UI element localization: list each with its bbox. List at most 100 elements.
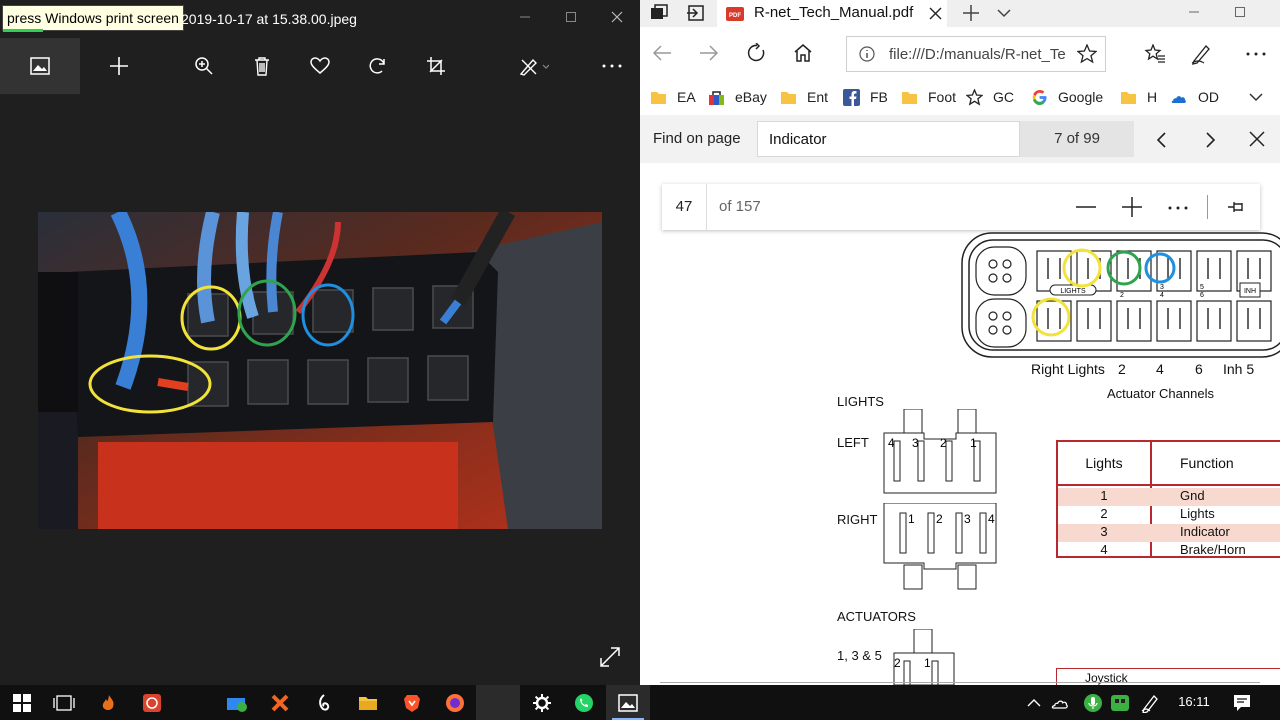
folder-icon [651, 91, 666, 104]
find-input[interactable]: Indicator [757, 121, 1020, 157]
header-rule [1058, 484, 1280, 486]
address-bar[interactable]: file:///D:/manuals/R-net_Te [846, 36, 1106, 72]
back-icon[interactable] [652, 44, 672, 62]
table-row: 1 Gnd [1058, 488, 1280, 506]
tray-cloud[interactable] [1046, 685, 1072, 720]
zoom-out-icon[interactable] [1076, 206, 1096, 208]
pen-notes-icon[interactable] [1190, 43, 1212, 65]
favorites-hub-icon[interactable] [1144, 44, 1166, 64]
fav-ent[interactable]: Ent [780, 87, 828, 107]
taskbar-firefox[interactable] [433, 685, 477, 720]
pin-label: 2 [894, 656, 901, 670]
start-button[interactable] [0, 685, 44, 720]
pin-label: 2 [936, 512, 943, 526]
taskbar-app-2[interactable] [130, 685, 174, 720]
left-connector-diagram: 4 3 2 1 [883, 409, 997, 494]
fav-od[interactable]: OD [1168, 87, 1219, 107]
set-aside-icon [687, 5, 704, 21]
more-button[interactable] [590, 38, 634, 94]
new-tab-button[interactable] [962, 4, 980, 22]
clock[interactable]: 16:11 [1166, 694, 1222, 709]
forward-icon[interactable] [699, 44, 719, 62]
taskbar-file-explorer[interactable] [346, 685, 390, 720]
photos-app-icon [618, 693, 638, 712]
delete-button[interactable] [240, 38, 284, 94]
set-aside-tabs-button[interactable] [686, 4, 704, 22]
taskbar-edge[interactable] [476, 685, 520, 720]
close-tab-icon[interactable] [929, 7, 942, 20]
tab-preview-button[interactable] [650, 4, 668, 22]
tab-pdf[interactable]: PDF R-net_Tech_Manual.pdf [717, 0, 947, 27]
info-icon[interactable] [859, 46, 875, 62]
table-row: 4 Brake/Horn [1100, 542, 1246, 557]
more-icon[interactable] [1168, 206, 1188, 210]
fav-foot[interactable]: Foot [901, 87, 956, 107]
page-number-input[interactable]: 47 [662, 184, 707, 230]
rotate-button[interactable] [356, 38, 400, 94]
fullscreen-icon [600, 647, 620, 667]
microphone-icon [1084, 693, 1102, 712]
zoom-in-icon [195, 57, 213, 75]
lights-heading: LIGHTS [837, 394, 884, 409]
crop-icon [427, 57, 445, 75]
fav-h[interactable]: H [1120, 87, 1157, 107]
channel-label-6: 6 [1195, 361, 1203, 377]
expand-button[interactable] [598, 645, 622, 669]
view-photos-button[interactable] [0, 38, 80, 94]
edit-create-button[interactable] [512, 38, 556, 94]
fav-google[interactable]: Google [1031, 87, 1103, 107]
find-previous-icon[interactable] [1155, 131, 1169, 149]
close-find-icon[interactable] [1249, 131, 1265, 147]
refresh-icon[interactable] [747, 43, 767, 63]
task-view-button[interactable] [42, 685, 86, 720]
taskbar-settings[interactable] [520, 685, 564, 720]
tray-pen[interactable] [1136, 685, 1164, 720]
ebay-icon [709, 90, 724, 105]
tab-list-button[interactable] [996, 6, 1012, 20]
windows-ink-icon [1141, 694, 1158, 713]
star-icon[interactable] [1077, 44, 1097, 64]
taskbar-app-5[interactable] [302, 685, 346, 720]
pin-icon[interactable] [1226, 198, 1246, 216]
window-maximize-button[interactable] [1234, 6, 1246, 18]
pin-num: 3 [1160, 284, 1164, 291]
minimize-button[interactable] [502, 0, 548, 34]
fav-fb[interactable]: FB [843, 87, 888, 107]
find-next-icon[interactable] [1203, 131, 1217, 149]
close-button[interactable] [594, 0, 640, 34]
taskbar-brave[interactable] [390, 685, 434, 720]
taskbar-app-3[interactable] [215, 685, 259, 720]
maximize-button[interactable] [548, 0, 594, 34]
edge-icon [488, 693, 508, 713]
favorite-button[interactable] [298, 38, 342, 94]
inh-badge: INH [1244, 288, 1256, 295]
fav-ea[interactable]: EA [650, 87, 696, 107]
zoom-button[interactable] [182, 38, 226, 94]
more-icon[interactable] [1246, 52, 1266, 56]
favorites-bar: EA eBay Ent FB Foot GC Google H OD [640, 79, 1280, 115]
crop-button[interactable] [414, 38, 458, 94]
tray-app[interactable] [1106, 685, 1134, 720]
photos-window: press Windows print screen 2019-10-17 at… [0, 0, 640, 685]
add-button[interactable] [97, 38, 141, 94]
taskbar-whatsapp[interactable] [562, 685, 606, 720]
pdf-viewer: 47 of 157 LIGHTS INH 2 4 6 3 5 Right Lig… [640, 163, 1280, 685]
tray-overflow-button[interactable] [1020, 685, 1048, 720]
connector-photo [38, 212, 602, 529]
toolbar-divider [1207, 195, 1208, 219]
window-minimize-button[interactable] [1188, 6, 1200, 18]
fav-gc[interactable]: GC [966, 87, 1014, 107]
action-center-button[interactable] [1222, 685, 1262, 720]
star-icon [966, 88, 983, 106]
chevron-down-icon[interactable] [1248, 90, 1264, 104]
page-edge [660, 682, 1260, 683]
taskbar-app-4[interactable] [258, 685, 302, 720]
home-icon[interactable] [793, 43, 813, 63]
tray-mic[interactable] [1080, 685, 1106, 720]
zoom-in-icon[interactable] [1122, 197, 1142, 217]
fav-ebay[interactable]: eBay [708, 87, 767, 107]
taskbar-app-1[interactable] [87, 685, 131, 720]
taskbar-photos[interactable] [606, 685, 650, 720]
pin-label: 1 [908, 512, 915, 526]
tab-title: R-net_Tech_Manual.pdf [754, 4, 914, 21]
